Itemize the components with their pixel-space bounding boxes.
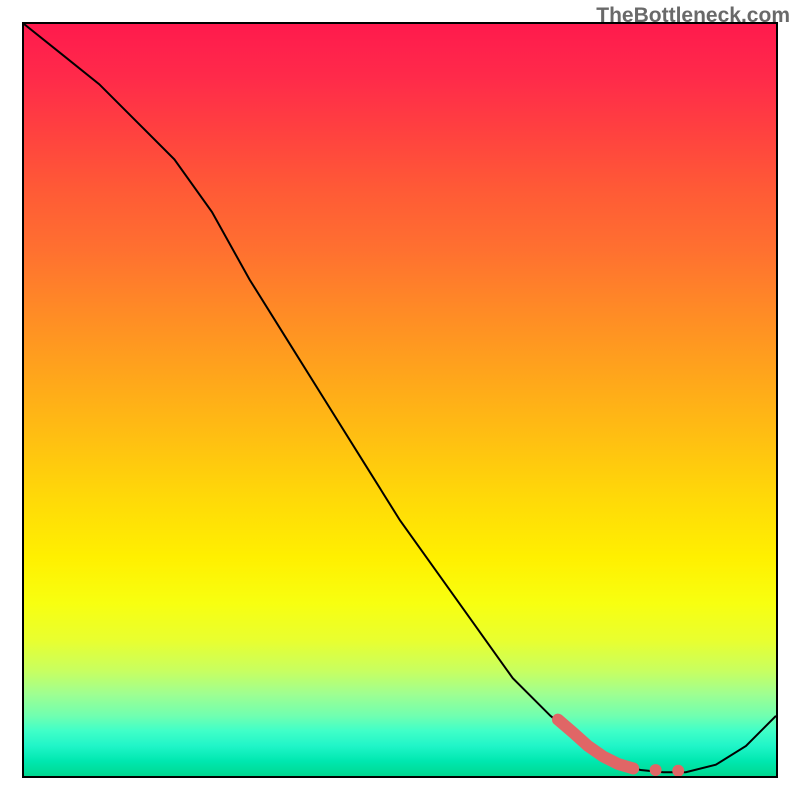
- highlight-dot: [672, 765, 684, 776]
- bottleneck-curve: [24, 24, 776, 772]
- highlight-segment: [558, 720, 633, 769]
- highlight-dot: [627, 762, 639, 774]
- curve-group: [24, 24, 776, 776]
- highlight-dot: [650, 764, 662, 776]
- highlight-dots: [627, 762, 684, 776]
- chart-area: [22, 22, 778, 778]
- watermark-text: TheBottleneck.com: [596, 4, 790, 28]
- chart-svg: [24, 24, 776, 776]
